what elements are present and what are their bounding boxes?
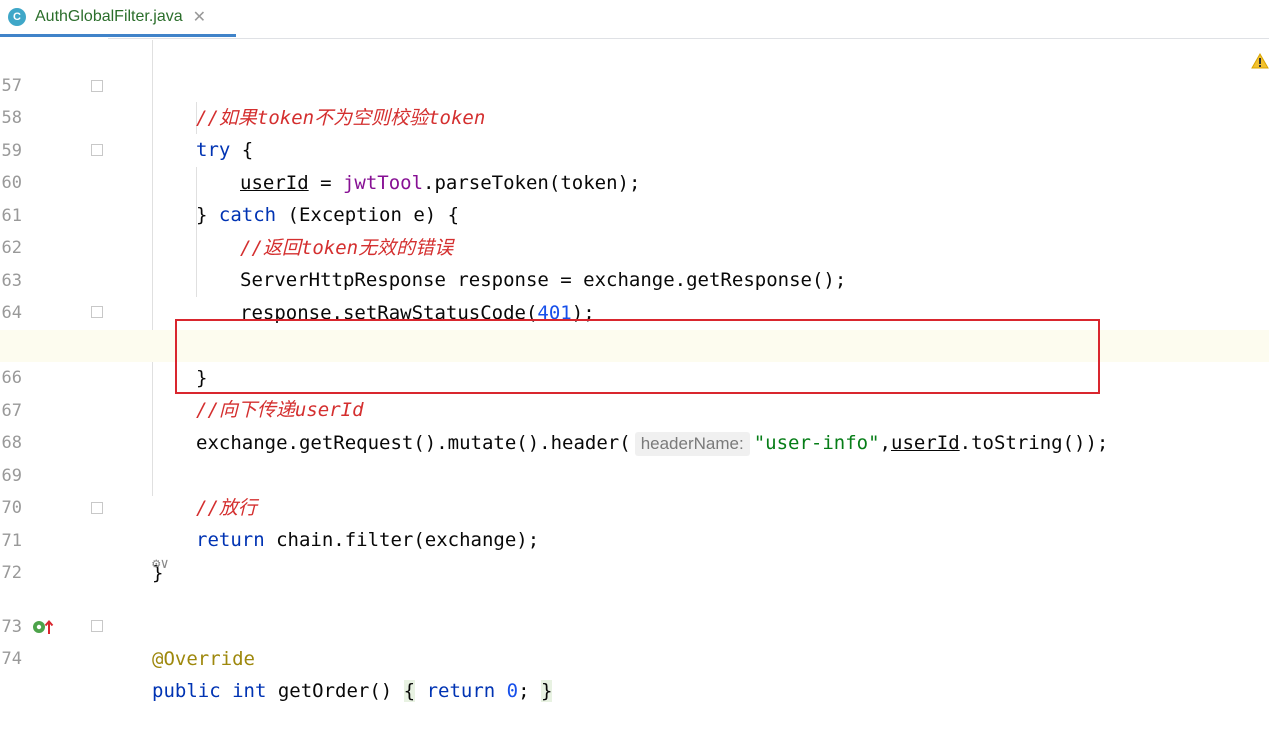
annotation: @Override xyxy=(152,648,255,670)
code-text: public int getOrder() { return 0; } xyxy=(152,680,553,702)
fold-marker[interactable] xyxy=(91,306,103,318)
code-line: 59 userId = jwtTool.parseToken(token); xyxy=(0,103,1269,194)
code-line: 71 } xyxy=(0,493,1269,584)
code-line: 64 return response.setComplete(); xyxy=(0,265,1269,356)
code-line: 70 return chain.filter(exchange); xyxy=(0,460,1269,551)
fold-marker[interactable] xyxy=(91,620,103,632)
editor-tab-bar: C AuthGlobalFilter.java ✕ xyxy=(0,0,1269,39)
warning-icon[interactable] xyxy=(1251,52,1269,73)
highlight-annotation-box xyxy=(175,319,1100,394)
code-line: 74 public int getOrder() { return 0; } xyxy=(0,611,1269,702)
fold-marker[interactable] xyxy=(91,502,103,514)
java-class-icon: C xyxy=(8,8,26,26)
code-line: 73 @Override xyxy=(0,579,1269,670)
code-line: 69 //放行 xyxy=(0,428,1269,519)
code-line: 62 ServerHttpResponse response = exchang… xyxy=(0,200,1269,291)
tab-filename: AuthGlobalFilter.java xyxy=(35,8,183,25)
code-line: 60 } catch (Exception e) { xyxy=(0,135,1269,226)
code-line: 68 xyxy=(0,395,1269,453)
tab-authglobalfilter[interactable]: C AuthGlobalFilter.java ✕ xyxy=(0,0,236,37)
code-line: 61 //返回token无效的错误 xyxy=(0,168,1269,259)
code-lens-icon[interactable]: ⚙∨ xyxy=(152,556,169,572)
code-line: 63 response.setRawStatusCode(401); xyxy=(0,233,1269,324)
fold-marker[interactable] xyxy=(91,144,103,156)
fold-marker[interactable] xyxy=(91,80,103,92)
code-line: 58 try { xyxy=(0,70,1269,161)
line-number: 74 xyxy=(1,649,22,669)
close-icon[interactable]: ✕ xyxy=(193,7,206,27)
code-line: 57 //如果token不为空则校验token xyxy=(0,38,1269,129)
code-line: 72 xyxy=(0,525,1269,583)
override-method-icon[interactable] xyxy=(32,618,54,640)
